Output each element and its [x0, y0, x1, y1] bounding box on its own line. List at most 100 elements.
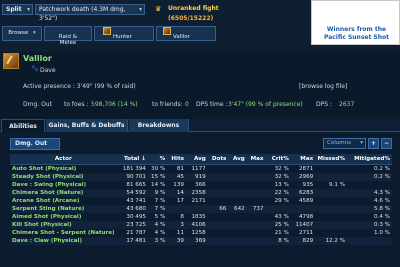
- table-cell: [228, 188, 247, 197]
- table-cell: [315, 213, 347, 221]
- col-crit-max[interactable]: Max: [290, 154, 316, 165]
- dmg-out-label: Dmg. Out: [23, 101, 52, 108]
- add-column-button[interactable]: +: [368, 138, 379, 149]
- table-cell: 43 741: [126, 197, 146, 204]
- ad-line-2: Pacific Sunset Shot: [323, 34, 390, 41]
- table-cell: 4 %: [147, 220, 168, 229]
- table-cell: 23 725: [116, 220, 148, 229]
- table-row[interactable]: Steady Shot (Physical) 90 701 15 % 45 919 32 …: [10, 172, 392, 181]
- ability-name-cell[interactable]: Dave : Claw (Physical): [10, 236, 117, 245]
- table-cell: [315, 188, 348, 197]
- dps-time-value: 3'47" (99 % of presence): [228, 101, 303, 108]
- dps-value: 2637: [339, 101, 355, 108]
- table-cell: 9 %: [147, 188, 168, 197]
- ad-line-1: Winners from the: [326, 26, 387, 33]
- subtab-dmg-out-label: Dmg. Out: [15, 140, 48, 147]
- table-cell: 39: [167, 236, 186, 245]
- table-row[interactable]: Auto Shot (Physical) 181 394 30 % 81 1177 32 …: [10, 164, 392, 173]
- table-row[interactable]: Serpent Sting (Nature) 43 680 7 % 66 642 737 5…: [10, 204, 392, 213]
- browse-log-link[interactable]: [browse log file]: [299, 83, 347, 90]
- col-mitigated[interactable]: Mitigated%: [347, 154, 392, 165]
- to-friends-value: 0: [185, 101, 189, 108]
- ability-name-cell[interactable]: Chimera Shot (Nature): [10, 188, 117, 197]
- table-cell: [246, 172, 266, 181]
- tab-abilities[interactable]: Abilities: [1, 119, 45, 132]
- chevron-down-icon: ▾: [33, 30, 36, 36]
- table-cell: 642: [228, 204, 247, 213]
- col-missed[interactable]: Missed%: [315, 154, 348, 165]
- col-avg[interactable]: Avg: [185, 154, 208, 165]
- pet-icon: 🐾: [31, 65, 39, 72]
- table-cell: 5 %: [154, 213, 166, 220]
- col-dots[interactable]: Dots: [207, 154, 229, 165]
- ability-name-cell[interactable]: Arcane Shot (Arcane): [10, 197, 117, 205]
- ability-name-cell[interactable]: Steady Shot (Physical): [10, 172, 117, 181]
- col-dot-avg[interactable]: Avg: [228, 154, 247, 165]
- fight-select-value: Patchwork death (4.3M dmg, 3'52"): [39, 6, 126, 22]
- col-actor[interactable]: Actor: [10, 154, 117, 165]
- table-cell: 29 %: [274, 197, 289, 204]
- table-row[interactable]: Dave : Swing (Physical) 81 665 14 % 139 366 1…: [10, 181, 392, 189]
- advertisement[interactable]: Winners from the Pacific Sunset Shot: [311, 0, 400, 45]
- ability-name-cell[interactable]: Auto Shot (Physical): [10, 164, 117, 173]
- crown-icon: ♛: [155, 5, 162, 13]
- ability-name-cell[interactable]: Serpent Sting (Nature): [10, 204, 117, 213]
- table-cell: 66: [207, 204, 229, 213]
- ability-name-cell[interactable]: Chimera Shot - Serpent (Nature): [10, 229, 117, 237]
- table-cell: [246, 220, 266, 229]
- fight-select[interactable]: Patchwork death (4.3M dmg, 3'52") ▾: [35, 4, 145, 22]
- table-cell: [246, 236, 266, 245]
- hunter-class-icon: [163, 27, 171, 35]
- chevron-down-icon: ▾: [360, 140, 363, 146]
- table-row[interactable]: Arcane Shot (Arcane) 43 741 7 % 17 2171 29 % 4…: [10, 197, 392, 205]
- table-cell: 919: [185, 172, 208, 181]
- hunter-class-icon: [103, 27, 111, 35]
- subtab-dmg-out[interactable]: Dmg. Out: [10, 138, 60, 150]
- ability-name-cell[interactable]: Aimed Shot (Physical): [10, 213, 117, 221]
- to-friends-label: to friends:: [152, 101, 183, 108]
- player-button[interactable]: Valllor: [156, 26, 216, 41]
- columns-select[interactable]: Columns ▾: [323, 138, 366, 149]
- table-cell: [208, 197, 229, 205]
- table-row[interactable]: Aimed Shot (Physical) 30 495 5 % 8 1835 43 % 4…: [10, 213, 392, 221]
- split-dropdown[interactable]: Split ▾: [2, 4, 33, 15]
- table-cell: 2969: [290, 172, 316, 181]
- table-cell: [315, 229, 347, 237]
- table-cell: 7 %: [154, 197, 166, 204]
- table-cell: [290, 204, 316, 213]
- col-percent[interactable]: %: [147, 154, 168, 165]
- hunter-button[interactable]: Hunter: [94, 26, 154, 41]
- table-row[interactable]: Kill Shot (Physical) 23 725 4 % 3 4106 25 % 11…: [10, 220, 392, 229]
- table-cell: [228, 236, 247, 245]
- tab-gains-buffs-debuffs[interactable]: Gains, Buffs & Debuffs: [46, 119, 128, 132]
- table-cell: 0.3 %: [347, 220, 392, 229]
- table-cell: 81: [176, 165, 184, 172]
- ability-name-cell[interactable]: Kill Shot (Physical): [10, 220, 117, 229]
- table-cell: [167, 204, 186, 213]
- col-crit-percent[interactable]: Crit%: [265, 154, 291, 165]
- col-hits[interactable]: Hits: [167, 154, 186, 165]
- col-dot-max[interactable]: Max: [246, 154, 266, 165]
- browse-button[interactable]: Browse ▾: [2, 26, 42, 41]
- active-presence: Active presence : 3'49" (99 % of raid): [23, 83, 136, 90]
- table-cell: [247, 164, 266, 173]
- table-cell: [208, 213, 229, 221]
- table-row[interactable]: Chimera Shot (Nature) 54 592 9 % 14 2358 22 %…: [10, 188, 392, 197]
- tab-breakdowns[interactable]: Breakdowns: [129, 119, 189, 132]
- raid-melee-button[interactable]: Raid & Melee: [44, 26, 92, 46]
- remove-column-button[interactable]: −: [381, 138, 392, 149]
- table-cell: 4.3 %: [347, 188, 392, 197]
- table-cell: [315, 220, 348, 229]
- table-cell: 6283: [290, 188, 316, 197]
- table-cell: 369: [185, 236, 208, 245]
- col-total[interactable]: Total ↓: [116, 154, 148, 165]
- table-cell: 21 787: [126, 229, 146, 236]
- table-row[interactable]: Dave : Claw (Physical) 17 481 3 % 39 369 8 % 8…: [10, 236, 392, 245]
- table-cell: 43 680: [116, 204, 148, 213]
- table-cell: [228, 172, 247, 181]
- raid-melee-label: Raid & Melee: [58, 34, 78, 46]
- ability-name-cell[interactable]: Dave : Swing (Physical): [10, 181, 117, 189]
- table-row[interactable]: Chimera Shot - Serpent (Nature) 21 787 4 %…: [10, 229, 392, 237]
- table-cell: [207, 188, 229, 197]
- table-cell: 8 %: [265, 236, 291, 245]
